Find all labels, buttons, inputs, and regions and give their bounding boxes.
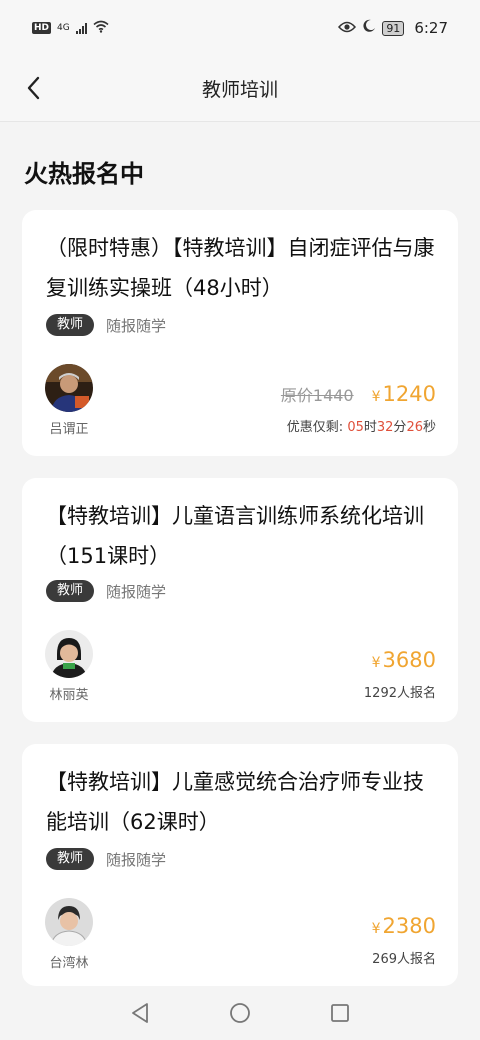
original-price: 原价1440 [280, 386, 354, 405]
nav-home-button[interactable] [225, 998, 255, 1028]
square-recent-icon [331, 1004, 349, 1022]
triangle-back-icon [132, 1003, 148, 1023]
page-title: 教师培训 [201, 79, 278, 101]
price-info: ¥2380 269人报名 [372, 914, 436, 967]
circle-home-icon [230, 1003, 250, 1023]
signal-icon [75, 22, 87, 34]
hd-icon: HD [32, 22, 52, 34]
avatar [45, 630, 93, 678]
tag-text: 随报随学 [106, 850, 167, 869]
current-price: ¥2380 [372, 914, 436, 938]
tag-text: 随报随学 [106, 582, 167, 601]
price-row: ¥3680 [364, 648, 436, 672]
network-type: 4G [57, 22, 70, 33]
price-value: 1240 [382, 382, 436, 406]
tag-text: 随报随学 [106, 316, 167, 335]
section-title: 火热报名中 [24, 160, 144, 188]
status-left: HD 4G [32, 20, 109, 37]
eye-icon [338, 19, 357, 37]
countdown-seconds: 26 [406, 420, 423, 435]
avatar [45, 898, 93, 946]
status-bar: HD 4G 91 6:27 [0, 0, 480, 56]
price-row: ¥2380 [372, 914, 436, 938]
price-value: 3680 [382, 648, 436, 672]
countdown-minutes-unit: 分 [393, 420, 407, 435]
price-row: 原价1440 ¥1240 [281, 382, 436, 406]
price-info: 原价1440 ¥1240 优惠仅剩: 05时32分26秒 [281, 382, 436, 435]
teacher-name: 林丽英 [49, 688, 89, 703]
moon-icon [362, 19, 376, 37]
countdown-hours: 05 [347, 420, 364, 435]
course-tags: 教师 随报随学 [46, 314, 166, 336]
teacher-info: 吕谓正 [44, 364, 94, 437]
countdown-seconds-unit: 秒 [422, 420, 436, 435]
course-card[interactable]: （限时特惠）【特教培训】自闭症评估与康复训练实操班（48小时） 教师 随报随学 … [22, 210, 458, 456]
price-value: 2380 [382, 914, 436, 938]
countdown-minutes: 32 [376, 420, 394, 435]
status-right: 91 6:27 [338, 19, 448, 37]
current-price: ¥3680 [372, 648, 436, 672]
chevron-left-icon [27, 76, 40, 100]
countdown: 优惠仅剩: 05时32分26秒 [281, 416, 436, 435]
price-info: ¥3680 1292人报名 [364, 648, 436, 701]
back-button[interactable] [18, 70, 48, 106]
course-title: 【特教培训】儿童感觉统合治疗师专业技能培训（62课时） [46, 770, 424, 834]
wifi-icon [93, 20, 109, 37]
avatar [45, 364, 93, 412]
teacher-name: 吕谓正 [49, 422, 89, 437]
enrollment-count: 269人报名 [372, 952, 436, 967]
header-bar: 教师培训 [0, 56, 480, 122]
course-tags: 教师 随报随学 [46, 580, 166, 602]
teacher-name: 台湾林 [49, 956, 89, 971]
nav-back-button[interactable] [125, 998, 155, 1028]
course-title: （限时特惠）【特教培训】自闭症评估与康复训练实操班（48小时） [46, 236, 435, 300]
currency-symbol: ¥ [371, 655, 381, 671]
system-nav-bar [0, 986, 480, 1040]
course-card[interactable]: 【特教培训】儿童感觉统合治疗师专业技能培训（62课时） 教师 随报随学 台湾林 … [22, 744, 458, 986]
countdown-hours-unit: 时 [363, 420, 377, 435]
course-tags: 教师 随报随学 [46, 848, 166, 870]
tag-badge: 教师 [46, 580, 95, 602]
course-card[interactable]: 【特教培训】儿童语言训练师系统化培训（151课时） 教师 随报随学 林丽英 ¥3… [22, 478, 458, 722]
enrollment-count: 1292人报名 [363, 686, 436, 701]
currency-symbol: ¥ [371, 389, 381, 405]
status-time: 6:27 [414, 19, 448, 37]
currency-symbol: ¥ [371, 921, 381, 937]
course-title: 【特教培训】儿童语言训练师系统化培训（151课时） [46, 504, 424, 568]
tag-badge: 教师 [46, 314, 95, 336]
current-price: ¥1240 [372, 382, 436, 406]
countdown-label: 优惠仅剩: [286, 420, 348, 435]
battery-icon: 91 [382, 20, 405, 36]
nav-recent-button[interactable] [325, 998, 355, 1028]
tag-badge: 教师 [46, 848, 95, 870]
teacher-info: 台湾林 [44, 898, 94, 971]
teacher-info: 林丽英 [44, 630, 94, 703]
